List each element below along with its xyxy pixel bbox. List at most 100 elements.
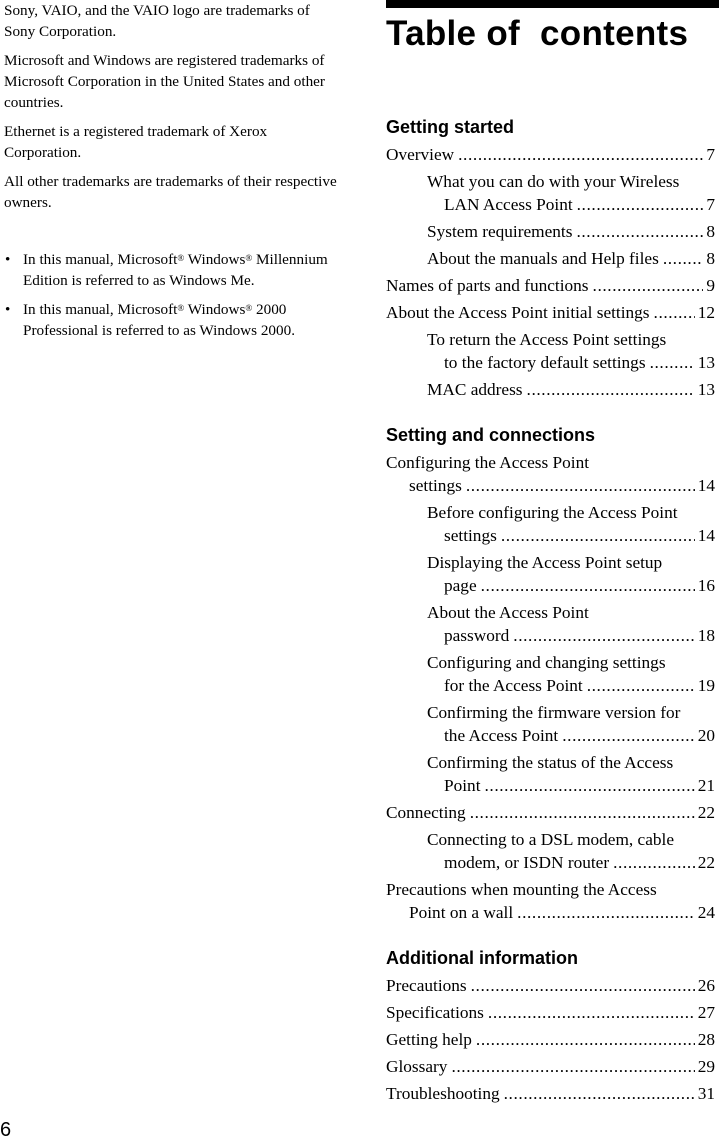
toc-entry-title: Glossary	[386, 1057, 448, 1076]
toc-entry-title: What you can do with your Wireless	[427, 172, 680, 191]
toc-entry-line: Configuring and changing settings	[427, 651, 715, 674]
toc-page-number: 21	[697, 776, 715, 795]
toc-page-number: 7	[706, 195, 715, 214]
trademark-paragraph: Sony, VAIO, and the VAIO logo are tradem…	[4, 2, 310, 40]
toc-page-number: 29	[697, 1057, 715, 1076]
section-heading: Additional information	[386, 948, 578, 968]
toc-entry[interactable]: Specifications 27	[386, 1001, 715, 1024]
toc-page-number: 14	[697, 476, 715, 495]
toc-entry[interactable]: Precautions 26	[386, 974, 715, 997]
toc-entry-title: About the manuals and Help files	[427, 249, 659, 268]
toc-page-number: 16	[697, 576, 715, 595]
toc-entry[interactable]: Configuring the Access Point settings 14	[386, 451, 715, 497]
toc-entry[interactable]: Before configuring the Access Point setti…	[386, 501, 715, 547]
toc-entry-line: System requirements 8	[427, 220, 715, 243]
toc-entry-title: Configuring and changing settings	[427, 653, 666, 672]
toc-entry-title: Confirming the status of the Access	[427, 753, 674, 772]
toc-entry-line: LAN Access Point 7	[427, 193, 715, 216]
toc-entry-line: the Access Point 20	[427, 724, 715, 747]
bullet-icon: •	[5, 251, 11, 268]
toc-entry[interactable]: About the manuals and Help files 8	[386, 247, 715, 270]
dot-leader	[470, 801, 695, 824]
toc-entry[interactable]: System requirements 8	[386, 220, 715, 243]
toc-entry-title: password	[444, 626, 510, 645]
toc-entry-line: password 18	[427, 624, 715, 647]
toc-entry-title: Configuring the Access Point	[386, 453, 590, 472]
toc-entry-title: to the factory default settings	[444, 353, 646, 372]
toc-entry-line: About the manuals and Help files 8	[427, 247, 715, 270]
notes-list: • In this manual, Microsoft® Windows® Mi…	[4, 249, 339, 341]
toc-page-number: 8	[706, 249, 715, 268]
bullet-icon: •	[5, 301, 11, 318]
toc-entry-line: Point 21	[427, 774, 715, 797]
trademark-paragraph: All other trademarks are trademarks of t…	[4, 173, 337, 211]
toc-entry[interactable]: What you can do with your Wireless LAN Ac…	[386, 170, 715, 216]
page-title: Table of contents	[386, 14, 689, 53]
toc-entry[interactable]: Names of parts and functions 9	[386, 274, 715, 297]
dot-leader	[613, 851, 695, 874]
toc-entry-line: Connecting 22	[386, 801, 715, 824]
dot-leader	[485, 774, 695, 797]
toc-entry-line: To return the Access Point settings	[427, 328, 715, 351]
toc-entry-line: to the factory default settings 13	[427, 351, 715, 374]
toc-entry-title: Connecting	[386, 803, 466, 822]
dot-leader	[466, 474, 695, 497]
toc-entry[interactable]: To return the Access Point settings to th…	[386, 328, 715, 374]
toc-page-number: 9	[706, 276, 715, 295]
toc-entry[interactable]: Troubleshooting 31	[386, 1082, 715, 1105]
dot-leader	[562, 724, 694, 747]
dot-leader	[513, 624, 694, 647]
toc-entry-title: Point on a wall	[409, 903, 514, 922]
toc-page-number: 13	[697, 353, 715, 372]
toc-page-number: 22	[697, 853, 715, 872]
toc-entry-line: About the Access Point	[427, 601, 715, 624]
dot-leader	[517, 901, 695, 924]
toc-page-number: 20	[697, 726, 715, 745]
toc-page-number: 26	[697, 976, 715, 995]
dot-leader	[481, 574, 695, 597]
toc-entry[interactable]: Overview 7	[386, 143, 715, 166]
dot-leader	[501, 524, 695, 547]
toc-entry-line: Getting help 28	[386, 1028, 715, 1051]
toc-page-number: 14	[697, 526, 715, 545]
toc-entry-line: Confirming the firmware version for	[427, 701, 715, 724]
toc-entry[interactable]: Connecting to a DSL modem, cable modem, o…	[386, 828, 715, 874]
toc-page-number: 13	[697, 380, 715, 399]
toc-entry-title: Displaying the Access Point setup	[427, 553, 663, 572]
trademark-notices: Sony, VAIO, and the VAIO logo are tradem…	[4, 0, 339, 349]
toc-entry[interactable]: Glossary 29	[386, 1055, 715, 1078]
toc-entry-line: Precautions 26	[386, 974, 715, 997]
toc-entry-title: modem, or ISDN router	[444, 853, 610, 872]
toc-entry-line: Troubleshooting 31	[386, 1082, 715, 1105]
toc-entry[interactable]: About the Access Point initial settings 1…	[386, 301, 715, 324]
dot-leader	[663, 247, 704, 270]
toc-entry-title: the Access Point	[444, 726, 559, 745]
toc-entry-line: MAC address 13	[427, 378, 715, 401]
toc-entry-line: for the Access Point 19	[427, 674, 715, 697]
toc-entry-title: About the Access Point initial settings	[386, 303, 650, 322]
toc-entry[interactable]: Configuring and changing settings for the…	[386, 651, 715, 697]
toc-entry[interactable]: Confirming the firmware version for the A…	[386, 701, 715, 747]
toc-entry[interactable]: Connecting 22	[386, 801, 715, 824]
toc-entry-title: Before configuring the Access Point	[427, 503, 678, 522]
page-number: 6	[0, 1119, 12, 1141]
toc-entry[interactable]: About the Access Point password 18	[386, 601, 715, 647]
toc-page-number: 18	[697, 626, 715, 645]
toc-entry-line: Overview 7	[386, 143, 715, 166]
toc-entry-title: About the Access Point	[427, 603, 589, 622]
dot-leader	[471, 974, 695, 997]
toc-entry-title: Connecting to a DSL modem, cable	[427, 830, 675, 849]
toc-entry[interactable]: Precautions when mounting the Access Poin…	[386, 878, 715, 924]
dot-leader	[451, 1055, 694, 1078]
toc-entry[interactable]: Displaying the Access Point setup page 16	[386, 551, 715, 597]
toc-entry-line: What you can do with your Wireless	[427, 170, 715, 193]
section-heading: Setting and connections	[386, 425, 596, 445]
toc-page-number: 8	[706, 222, 715, 241]
toc-entry[interactable]: Getting help 28	[386, 1028, 715, 1051]
toc-entry-title: LAN Access Point	[444, 195, 573, 214]
toc-entry[interactable]: MAC address 13	[386, 378, 715, 401]
dot-leader	[654, 301, 695, 324]
toc-entry[interactable]: Confirming the status of the Access Point…	[386, 751, 715, 797]
dot-leader	[593, 274, 704, 297]
toc-entry-line: Point on a wall 24	[386, 901, 715, 924]
